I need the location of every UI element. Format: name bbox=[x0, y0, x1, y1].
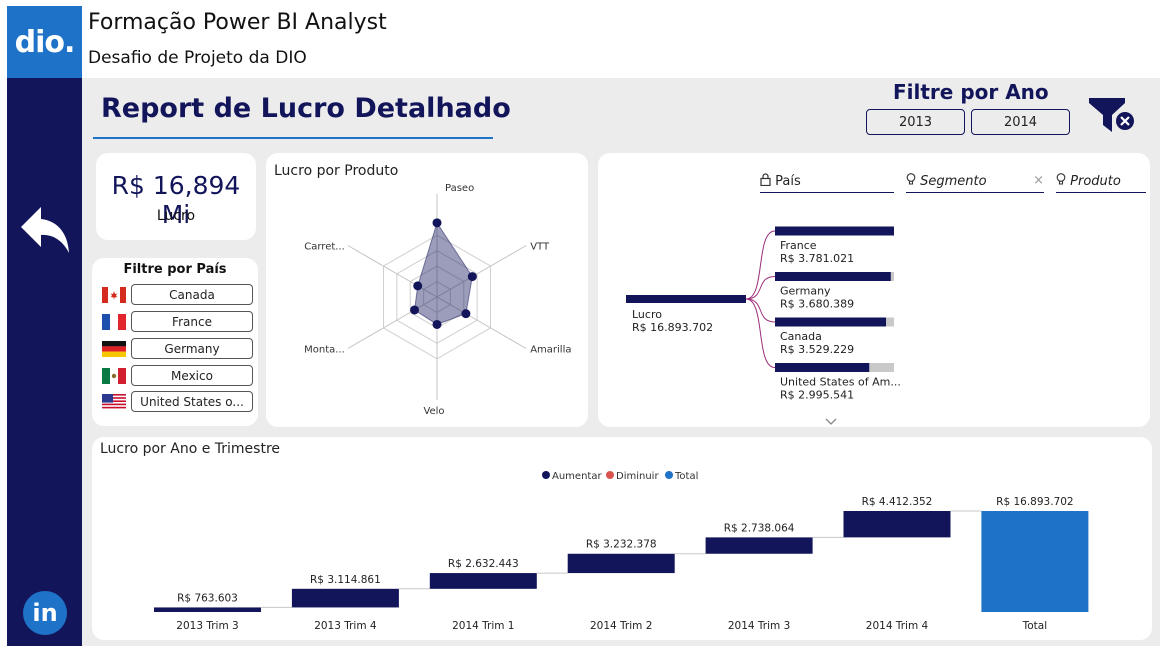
tree-bar bbox=[775, 226, 894, 236]
kpi-card: R$ 16,894 Mi Lucro bbox=[96, 153, 256, 240]
radar-chart: Paseo VTT Amarilla Velo Monta... Carret... bbox=[304, 183, 571, 417]
radar-category-label: Velo bbox=[423, 406, 444, 417]
waterfall-category-label: 2014 Trim 2 bbox=[590, 620, 652, 632]
app-title: Formação Power BI Analyst bbox=[88, 10, 387, 35]
chevron-down-icon[interactable] bbox=[824, 417, 838, 427]
dio-logo: dio. bbox=[7, 6, 82, 78]
country-row: Mexico bbox=[92, 365, 258, 387]
logo-text: dio. bbox=[14, 24, 76, 60]
decomposition-tree-card: País Segmento × Produto Lucro R$ 16.893.7… bbox=[598, 153, 1150, 427]
tree-bar bbox=[775, 317, 887, 327]
country-button-usa[interactable]: United States o... bbox=[131, 391, 253, 412]
waterfall-category-label: 2014 Trim 4 bbox=[866, 620, 929, 632]
tree-node-value: R$ 2.995.541 bbox=[780, 389, 854, 402]
radar-point bbox=[413, 281, 423, 291]
radar-point bbox=[461, 309, 471, 319]
radar-category-label: VTT bbox=[530, 242, 550, 253]
year-button-2013[interactable]: 2013 bbox=[866, 109, 965, 135]
germany-flag-icon bbox=[102, 341, 126, 357]
waterfall-bar bbox=[154, 607, 261, 612]
waterfall-data-label: R$ 3.114.861 bbox=[310, 574, 381, 586]
tree-bar bbox=[775, 272, 891, 281]
kpi-label: Lucro bbox=[156, 208, 196, 224]
legend-marker bbox=[606, 471, 614, 479]
tree-bar bbox=[775, 363, 870, 372]
back-arrow-icon[interactable] bbox=[19, 201, 71, 261]
waterfall-bar bbox=[705, 537, 813, 554]
country-filter-title: Filtre por País bbox=[123, 262, 227, 277]
tree-root-bar bbox=[626, 295, 746, 303]
waterfall-category-label: 2013 Trim 4 bbox=[314, 620, 377, 632]
tree-connector bbox=[745, 276, 776, 300]
decomposition-tree: LucroR$ 16.893.702 FranceR$ 3.781.021 Germ… bbox=[626, 226, 901, 402]
radar-point bbox=[410, 305, 420, 315]
tree-node-value: R$ 3.680.389 bbox=[780, 298, 854, 311]
country-button-germany[interactable]: Germany bbox=[131, 338, 253, 359]
country-filter-card: Filtre por País Canada France Germany Me… bbox=[92, 258, 258, 426]
radar-category-label: Paseo bbox=[445, 183, 474, 194]
canada-flag-icon bbox=[102, 287, 126, 303]
mexico-flag-icon bbox=[102, 368, 126, 384]
legend-label: Diminuir bbox=[616, 471, 659, 482]
radar-area bbox=[413, 221, 473, 325]
tree-node-value: R$ 3.781.021 bbox=[780, 252, 854, 265]
year-filter-label: Filtre por Ano bbox=[893, 80, 1049, 104]
country-row: France bbox=[92, 311, 258, 333]
waterfall-bar bbox=[981, 511, 1089, 612]
waterfall-category-label: 2013 Trim 3 bbox=[176, 620, 238, 632]
radar-category-label: Amarilla bbox=[530, 345, 571, 356]
legend-label: Aumentar bbox=[552, 471, 602, 482]
waterfall-chart: Aumentar Diminuir Total R$ 763.603 2013 Trim… bbox=[154, 471, 1089, 632]
country-button-mexico[interactable]: Mexico bbox=[131, 365, 253, 386]
tree-node-label: Germany bbox=[780, 285, 831, 298]
radar-category-label: Carret... bbox=[304, 242, 345, 253]
waterfall-data-label: R$ 4.412.352 bbox=[862, 496, 933, 508]
tree-node-label: Canada bbox=[780, 330, 822, 343]
radar-category-label: Monta... bbox=[304, 345, 345, 356]
legend-marker bbox=[665, 471, 673, 479]
year-button-2014[interactable]: 2014 bbox=[971, 109, 1070, 135]
report-page: dio. in Formação Power BI Analyst Desafi… bbox=[0, 0, 1163, 646]
waterfall-data-label: R$ 2.632.443 bbox=[448, 558, 519, 570]
waterfall-data-label: R$ 2.738.064 bbox=[724, 522, 795, 534]
linkedin-icon[interactable]: in bbox=[23, 591, 67, 635]
waterfall-data-label: R$ 16.893.702 bbox=[996, 496, 1073, 508]
country-row: United States o... bbox=[92, 391, 258, 413]
tree-node-label: United States of Am... bbox=[780, 376, 901, 389]
tree-root-label: Lucro bbox=[632, 308, 662, 321]
app-subtitle: Desafio de Projeto da DIO bbox=[88, 48, 307, 68]
sidebar: dio. in bbox=[7, 6, 82, 646]
country-row: Canada bbox=[92, 284, 258, 306]
country-row: Germany bbox=[92, 338, 258, 360]
clear-filter-icon[interactable] bbox=[1088, 96, 1136, 138]
waterfall-data-label: R$ 3.232.378 bbox=[586, 539, 657, 551]
legend-marker bbox=[542, 471, 550, 479]
waterfall-bar bbox=[843, 511, 951, 538]
usa-flag-icon bbox=[102, 394, 126, 410]
radar-point bbox=[432, 319, 442, 329]
waterfall-bar bbox=[429, 573, 537, 589]
tree-node-value: R$ 3.529.229 bbox=[780, 343, 854, 356]
radar-chart-card: Lucro por Produto Paseo VTT Amarilla Velo Mo… bbox=[266, 153, 588, 427]
country-button-france[interactable]: France bbox=[131, 311, 253, 332]
country-button-canada[interactable]: Canada bbox=[131, 284, 253, 305]
tree-connector bbox=[745, 298, 776, 323]
waterfall-data-label: R$ 763.603 bbox=[177, 592, 238, 604]
waterfall-category-label: Total bbox=[1022, 620, 1048, 632]
waterfall-bar bbox=[567, 553, 675, 574]
waterfall-bar bbox=[291, 588, 399, 608]
linkedin-text: in bbox=[32, 599, 58, 627]
title-underline bbox=[93, 137, 493, 139]
waterfall-category-label: 2014 Trim 1 bbox=[452, 620, 514, 632]
tree-root-value: R$ 16.893.702 bbox=[632, 321, 713, 334]
radar-point bbox=[432, 218, 442, 228]
waterfall-chart-card: Lucro por Ano e Trimestre Aumentar Diminu… bbox=[92, 437, 1152, 640]
radar-point bbox=[467, 272, 477, 282]
tree-node-label: France bbox=[780, 239, 817, 252]
legend-label: Total bbox=[674, 471, 698, 482]
waterfall-category-label: 2014 Trim 3 bbox=[728, 620, 790, 632]
report-title: Report de Lucro Detalhado bbox=[101, 93, 511, 124]
france-flag-icon bbox=[102, 314, 126, 330]
